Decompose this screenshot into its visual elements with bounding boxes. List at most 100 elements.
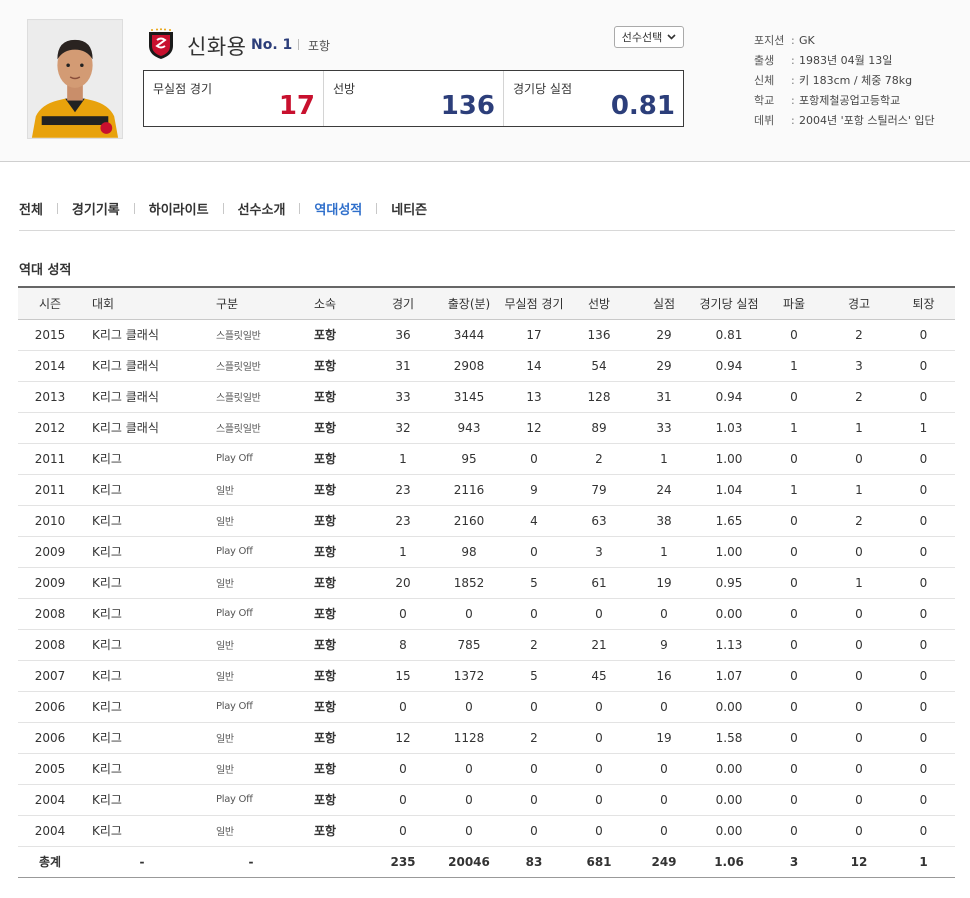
cell-club: 포항 xyxy=(300,629,370,661)
cell-matches: 1 xyxy=(370,443,436,475)
player-select-button[interactable]: 선수선택 xyxy=(614,26,684,48)
cell-category: 일반 xyxy=(202,567,300,599)
profile-key: 포지션 xyxy=(754,34,785,47)
stat-label: 무실점 경기 xyxy=(153,82,213,96)
summary-stats: 무실점 경기 17 선방 136 경기당 실점 0.81 xyxy=(143,70,684,127)
cell-goals-against-avg: 1.04 xyxy=(696,474,762,506)
cell-competition: K리그 xyxy=(82,815,202,847)
profile-key: 신체 xyxy=(754,74,775,87)
cell-category: Play Off xyxy=(202,443,300,475)
chevron-down-icon xyxy=(667,34,676,40)
cell-season: 2004 xyxy=(18,784,82,816)
cell-minutes: 1852 xyxy=(436,567,502,599)
cell-goals-against-avg: 0.94 xyxy=(696,381,762,413)
cell-goals-against: 38 xyxy=(632,505,696,537)
tab-highlights[interactable]: 하이라이트 xyxy=(149,199,209,218)
cell-clean-sheets: 13 xyxy=(502,381,566,413)
cell-fouls: 0 xyxy=(762,691,826,723)
table-body: 2015 K리그 클래식 스플릿일반 포항 36 3444 17 136 29 0.81 0 2 0 20… xyxy=(18,319,955,878)
cell-category: 스플릿일반 xyxy=(202,350,300,382)
cell-goals-against: 0 xyxy=(632,598,696,630)
cell-yellow-cards: 12 xyxy=(826,846,892,878)
cell-goals-against: 29 xyxy=(632,350,696,382)
cell-minutes: 0 xyxy=(436,784,502,816)
col-header-matches: 경기 xyxy=(370,286,436,320)
cell-season: 2012 xyxy=(18,412,82,444)
player-photo xyxy=(27,19,123,139)
cell-club: 포항 xyxy=(300,660,370,692)
table-row: 2004 K리그 일반 포항 0 0 0 0 0 0.00 0 0 0 xyxy=(18,815,955,847)
cell-saves: 79 xyxy=(566,474,632,506)
cell-fouls: 0 xyxy=(762,381,826,413)
cell-clean-sheets: 0 xyxy=(502,536,566,568)
cell-clean-sheets: 14 xyxy=(502,350,566,382)
cell-fouls: 0 xyxy=(762,722,826,754)
cell-goals-against: 19 xyxy=(632,722,696,754)
cell-club: 포항 xyxy=(300,567,370,599)
stat-value: 17 xyxy=(278,91,315,121)
cell-red-cards: 0 xyxy=(892,722,955,754)
col-header-saves: 선방 xyxy=(566,286,632,320)
cell-minutes: 943 xyxy=(436,412,502,444)
cell-goals-against: 1 xyxy=(632,536,696,568)
tab-divider xyxy=(376,203,378,214)
cell-goals-against-avg: 0.00 xyxy=(696,598,762,630)
cell-goals-against: 0 xyxy=(632,753,696,785)
cell-fouls: 3 xyxy=(762,846,826,878)
cell-category: 스플릿일반 xyxy=(202,381,300,413)
cell-goals-against: 24 xyxy=(632,474,696,506)
col-header-red-cards: 퇴장 xyxy=(892,286,955,320)
cell-clean-sheets: 5 xyxy=(502,660,566,692)
cell-saves: 0 xyxy=(566,815,632,847)
cell-yellow-cards: 1 xyxy=(826,567,892,599)
tab-career-stats[interactable]: 역대성적 xyxy=(314,199,362,218)
cell-yellow-cards: 0 xyxy=(826,443,892,475)
cell-club: 포항 xyxy=(300,412,370,444)
tab-all[interactable]: 전체 xyxy=(19,199,43,218)
stat-clean-sheets: 무실점 경기 17 xyxy=(144,71,324,126)
cell-saves: 54 xyxy=(566,350,632,382)
cell-clean-sheets: 0 xyxy=(502,815,566,847)
cell-clean-sheets: 9 xyxy=(502,474,566,506)
cell-competition: K리그 xyxy=(82,567,202,599)
cell-saves: 3 xyxy=(566,536,632,568)
tab-divider xyxy=(222,203,224,214)
table-total-row: 총계 - -235 20046 83 681 249 1.06 3 12 1 xyxy=(18,846,955,878)
tab-netizen[interactable]: 네티즌 xyxy=(391,199,427,218)
cell-minutes: 2116 xyxy=(436,474,502,506)
cell-red-cards: 0 xyxy=(892,474,955,506)
cell-club: 포항 xyxy=(300,443,370,475)
profile-birth: 출생: 1983년 04월 13일 xyxy=(754,53,893,68)
cell-category: 일반 xyxy=(202,753,300,785)
tab-match-records[interactable]: 경기기록 xyxy=(72,199,120,218)
cell-yellow-cards: 2 xyxy=(826,505,892,537)
cell-saves: 0 xyxy=(566,598,632,630)
col-header-goals-against-avg: 경기당 실점 xyxy=(696,286,762,320)
stat-saves: 선방 136 xyxy=(324,71,504,126)
stat-value: 0.81 xyxy=(610,91,675,121)
name-divider xyxy=(298,39,299,50)
tab-player-intro[interactable]: 선수소개 xyxy=(238,199,286,218)
profile-body: 신체: 키 183cm / 체중 78kg xyxy=(754,73,913,88)
col-header-season: 시즌 xyxy=(18,286,82,320)
cell-saves: 0 xyxy=(566,691,632,723)
table-row: 2011 K리그 일반 포항 23 2116 9 79 24 1.04 1 1 0 xyxy=(18,474,955,506)
cell-yellow-cards: 0 xyxy=(826,815,892,847)
cell-fouls: 0 xyxy=(762,753,826,785)
cell-minutes: 0 xyxy=(436,598,502,630)
player-team: 포항 xyxy=(308,39,331,53)
col-header-clean-sheets: 무실점 경기 xyxy=(502,286,566,320)
cell-season: 2006 xyxy=(18,691,82,723)
section-title: 역대 성적 xyxy=(19,263,72,278)
cell-minutes: 2908 xyxy=(436,350,502,382)
stat-label: 선방 xyxy=(333,82,356,96)
profile-value: 포항제철공업고등학교 xyxy=(799,94,901,107)
cell-competition: K리그 클래식 xyxy=(82,412,202,444)
cell-clean-sheets: 0 xyxy=(502,784,566,816)
cell-competition: K리그 xyxy=(82,660,202,692)
table-row: 2009 K리그 Play Off 포항 1 98 0 3 1 1.00 0 0 0 xyxy=(18,536,955,568)
cell-red-cards: 0 xyxy=(892,598,955,630)
cell-yellow-cards: 2 xyxy=(826,381,892,413)
cell-fouls: 0 xyxy=(762,536,826,568)
cell-matches: 15 xyxy=(370,660,436,692)
